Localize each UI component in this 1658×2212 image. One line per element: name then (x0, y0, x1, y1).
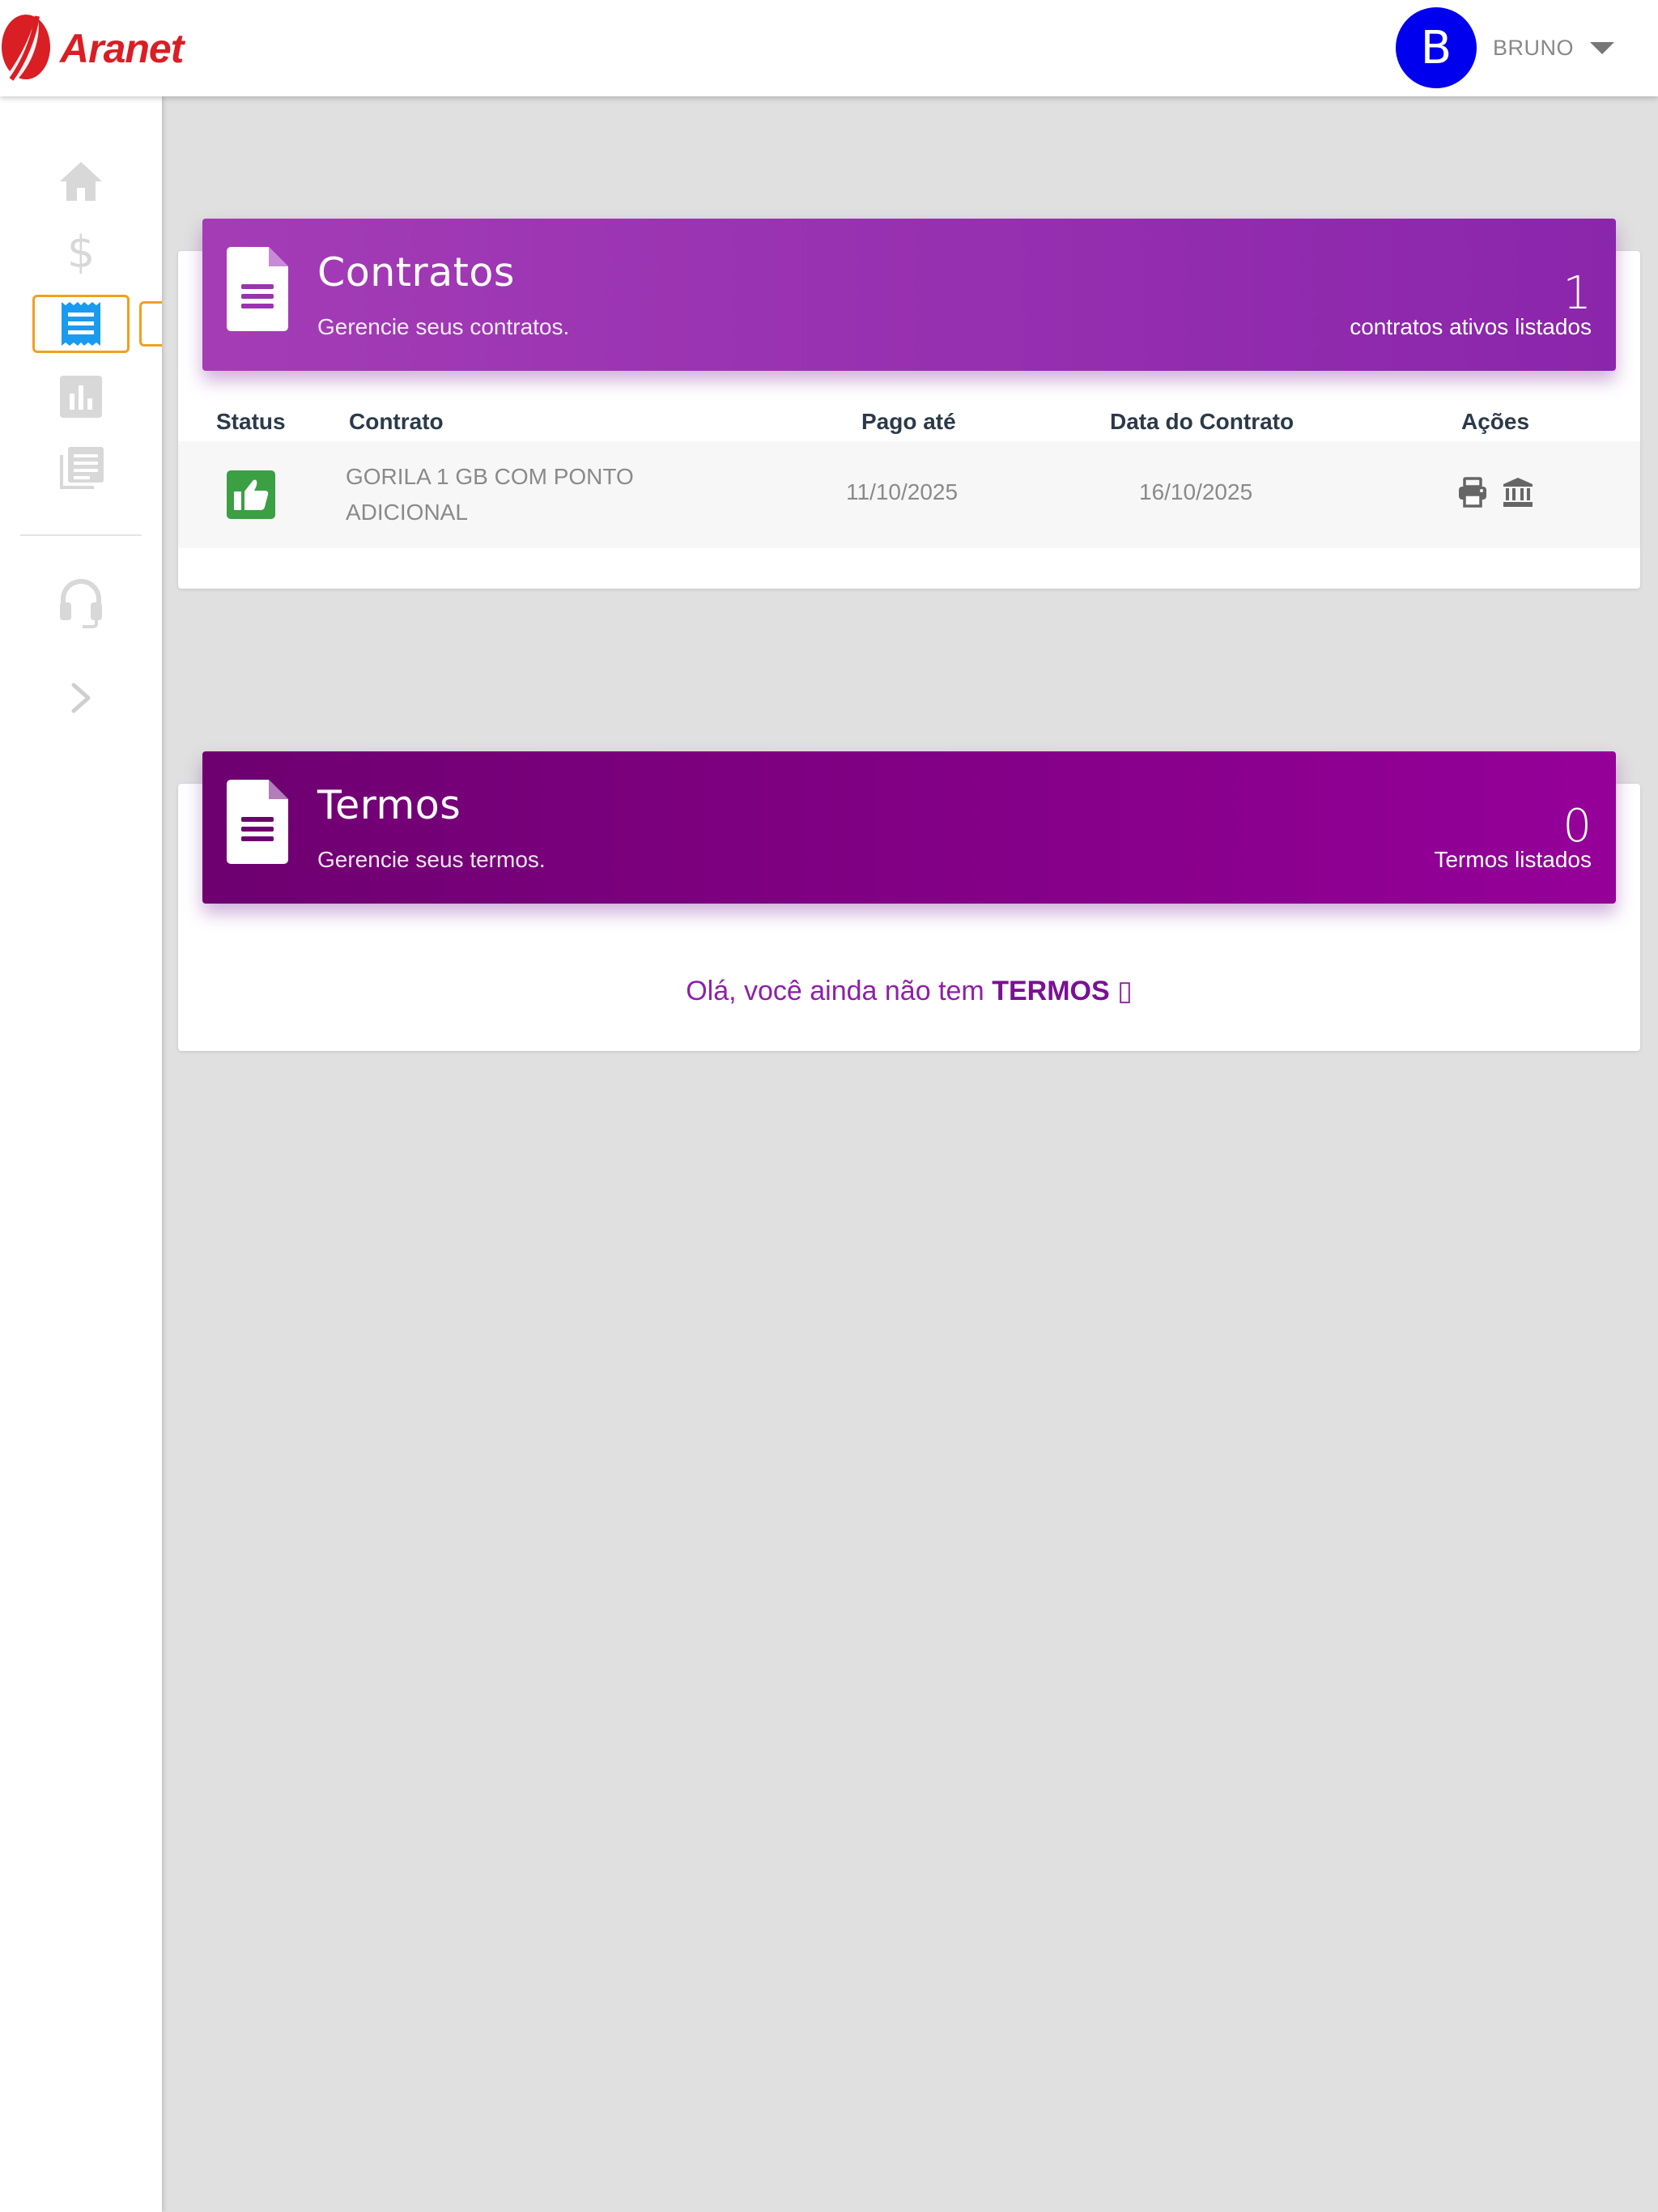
bar-chart-icon (60, 376, 102, 418)
receipt-icon (62, 302, 100, 346)
table-row: GORILA 1 GB COM PONTO ADICIONAL 11/10/20… (178, 441, 1640, 548)
sidebar-item-documentos[interactable] (32, 440, 130, 497)
sidebar: $ (0, 96, 162, 2212)
caret-down-icon[interactable] (1590, 41, 1614, 54)
sidebar-item-consumo[interactable] (32, 368, 130, 425)
sidebar-item-home[interactable] (32, 153, 130, 210)
sidebar-item-expandir[interactable] (32, 670, 130, 726)
brand-logo[interactable]: Aranet (0, 0, 184, 96)
row-actions (1457, 477, 1533, 513)
library-icon (60, 447, 104, 489)
bank-icon (1503, 478, 1533, 507)
print-button[interactable] (1457, 477, 1488, 513)
terms-empty-suffix: ▯ (1109, 976, 1133, 1006)
contracts-title: Contratos (317, 249, 515, 296)
paid-until: 11/10/2025 (846, 479, 959, 504)
contracts-count: 1 (1562, 267, 1592, 320)
contracts-header: Contratos Gerencie seus contratos. 1 con… (202, 219, 1616, 371)
sidebar-item-contratos[interactable] (32, 296, 130, 352)
column-actions: Ações (1461, 409, 1530, 434)
user-menu[interactable]: B BRUNO (1395, 7, 1614, 88)
printer-icon (1459, 477, 1486, 508)
svg-text:$: $ (67, 228, 95, 277)
column-contract: Contrato (349, 409, 444, 434)
headset-icon (60, 579, 102, 628)
brand-name: Aranet (60, 25, 184, 71)
sidebar-active-tab (139, 301, 162, 347)
column-contract-date: Data do Contrato (1110, 409, 1295, 434)
terms-count: 0 (1562, 800, 1592, 853)
terms-empty-prefix: Olá, você ainda não tem (686, 976, 993, 1006)
terms-empty-message: Olá, você ainda não tem TERMOS ▯ (178, 975, 1640, 1007)
column-status: Status (216, 409, 286, 434)
terms-count-label: Termos listados (1434, 847, 1592, 872)
document-icon (227, 780, 288, 864)
sidebar-divider (20, 534, 142, 536)
top-bar: Aranet B BRUNO (0, 0, 1658, 96)
terms-empty-strong: TERMOS (992, 976, 1110, 1006)
bank-button[interactable] (1503, 477, 1533, 513)
user-name[interactable]: BRUNO (1493, 36, 1574, 61)
status-badge (227, 470, 275, 519)
sidebar-item-financeiro[interactable]: $ (32, 224, 130, 281)
avatar[interactable]: B (1395, 7, 1477, 88)
contracts-subtitle: Gerencie seus contratos. (317, 314, 570, 339)
contract-name: GORILA 1 GB COM PONTO ADICIONAL (346, 464, 634, 525)
terms-header: Termos Gerencie seus termos. 0 Termos li… (202, 751, 1616, 904)
home-icon (60, 162, 102, 201)
document-icon (227, 247, 288, 331)
contract-date: 16/10/2025 (1139, 479, 1253, 504)
aranet-logo-icon (2, 11, 50, 81)
thumbs-up-icon (234, 479, 269, 510)
contracts-table-header: Status Contrato Pago até Data do Contrat… (178, 409, 1640, 441)
dollar-icon: $ (67, 228, 95, 277)
sidebar-item-suporte[interactable] (32, 574, 130, 631)
contracts-count-label: contratos ativos listados (1350, 314, 1592, 339)
chevron-right-icon (71, 683, 91, 713)
terms-title: Termos (317, 782, 461, 828)
terms-subtitle: Gerencie seus termos. (317, 847, 546, 872)
column-paid-until: Pago até (861, 409, 956, 434)
